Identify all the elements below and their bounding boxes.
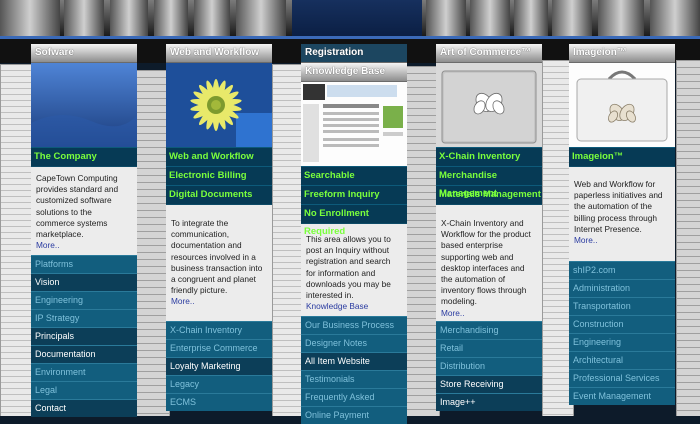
nav-merchandise-management[interactable]: Merchandise Management — [436, 166, 542, 199]
column-art-of-commerce: Art of Commerce™ X-Chain Inventory Merch… — [436, 44, 542, 411]
link-legal[interactable]: Legal — [31, 381, 137, 399]
link-ecms[interactable]: ECMS — [166, 393, 272, 411]
column-header[interactable]: Registration — [301, 44, 407, 63]
column-registration: Registration Knowledge Base Searchable F… — [301, 44, 407, 424]
column-header[interactable]: Imageion™ — [569, 44, 675, 63]
link-engineering[interactable]: Engineering — [31, 291, 137, 309]
nav-electronic-billing[interactable]: Electronic Billing — [166, 166, 272, 185]
link-our-business-process[interactable]: Our Business Process — [301, 316, 407, 334]
column-description: X-Chain Inventory and Workflow for the p… — [436, 204, 542, 321]
column-header[interactable]: Art of Commerce™ — [436, 44, 542, 63]
daisy-image — [166, 63, 272, 147]
nav-no-enrollment-required[interactable]: No Enrollment Required — [301, 204, 407, 237]
more-link[interactable]: More.. — [171, 296, 267, 307]
nav-the-company[interactable]: The Company — [31, 147, 137, 166]
link-store-receiving[interactable]: Store Receiving — [436, 375, 542, 393]
column-image — [31, 63, 137, 147]
top-image-strip — [0, 0, 700, 36]
link-x-chain-inventory[interactable]: X-Chain Inventory — [166, 321, 272, 339]
column-header[interactable]: Sofware Development — [31, 44, 137, 76]
link-image-plus-plus[interactable]: Image++ — [436, 393, 542, 411]
nav-x-chain-inventory[interactable]: X-Chain Inventory — [436, 147, 542, 166]
website-screenshot-image — [301, 82, 407, 166]
column-description: Web and Workflow for paperless initiativ… — [569, 166, 675, 261]
knowledge-base-header[interactable]: Knowledge Base — [301, 63, 407, 82]
blue-gradient-image — [31, 63, 137, 147]
link-ship2[interactable]: shIP2.com — [569, 261, 675, 279]
link-professional-services[interactable]: Professional Services — [569, 369, 675, 387]
column-description: CapeTown Computing provides standard and… — [31, 166, 137, 255]
link-environment[interactable]: Environment — [31, 363, 137, 381]
link-testimonials[interactable]: Testimonials — [301, 370, 407, 388]
link-contact[interactable]: Contact — [31, 399, 137, 417]
link-documentation[interactable]: Documentation — [31, 345, 137, 363]
link-event-management[interactable]: Event Management — [569, 387, 675, 405]
link-frequently-asked[interactable]: Frequently Asked — [301, 388, 407, 406]
link-transportation[interactable]: Transportation — [569, 297, 675, 315]
link-online-payment[interactable]: Online Payment — [301, 406, 407, 424]
knowledge-base-link[interactable]: Knowledge Base — [306, 301, 402, 312]
link-merchandising[interactable]: Merchandising — [436, 321, 542, 339]
column-image — [166, 63, 272, 147]
column-image — [301, 82, 407, 166]
column-imageion: Imageion™ Imageion™ Web and Workflow for… — [569, 44, 675, 405]
more-link[interactable]: More.. — [574, 235, 670, 246]
link-construction[interactable]: Construction — [569, 315, 675, 333]
nav-web-and-workflow[interactable]: Web and Workflow — [166, 147, 272, 166]
link-retail[interactable]: Retail — [436, 339, 542, 357]
nav-digital-documents[interactable]: Digital Documents — [166, 185, 272, 204]
link-principals[interactable]: Principals — [31, 327, 137, 345]
link-loyalty-marketing[interactable]: Loyalty Marketing — [166, 357, 272, 375]
link-engineering[interactable]: Engineering — [569, 333, 675, 351]
nav-freeform-inquiry[interactable]: Freeform Inquiry — [301, 185, 407, 204]
silver-briefcase-image — [436, 63, 542, 147]
column-software-development: Sofware Development The Company CapeTown… — [31, 44, 137, 417]
column-header[interactable]: Web and Workflow — [166, 44, 272, 63]
link-architectural[interactable]: Architectural — [569, 351, 675, 369]
link-administration[interactable]: Administration — [569, 279, 675, 297]
link-distribution[interactable]: Distribution — [436, 357, 542, 375]
column-image — [436, 63, 542, 147]
link-platforms[interactable]: Platforms — [31, 255, 137, 273]
column-description: This area allows you to post an Inquiry … — [301, 223, 407, 316]
hero-image — [292, 0, 422, 36]
more-link[interactable]: More.. — [441, 308, 537, 319]
column-description: To integrate the communication, document… — [166, 204, 272, 321]
white-briefcase-image — [569, 63, 675, 147]
link-legacy[interactable]: Legacy — [166, 375, 272, 393]
link-enterprise-commerce[interactable]: Enterprise Commerce — [166, 339, 272, 357]
nav-searchable[interactable]: Searchable — [301, 166, 407, 185]
nav-materials-management[interactable]: Materials Management — [436, 185, 542, 204]
nav-imageion[interactable]: Imageion™ — [569, 147, 675, 166]
link-ip-strategy[interactable]: IP Strategy — [31, 309, 137, 327]
column-image — [569, 63, 675, 147]
more-link[interactable]: More.. — [36, 240, 132, 251]
link-all-item-website[interactable]: All Item Website — [301, 352, 407, 370]
column-web-and-workflow: Web and Workflow Web and Workflow Electr… — [166, 44, 272, 411]
link-vision[interactable]: Vision — [31, 273, 137, 291]
link-designer-notes[interactable]: Designer Notes — [301, 334, 407, 352]
